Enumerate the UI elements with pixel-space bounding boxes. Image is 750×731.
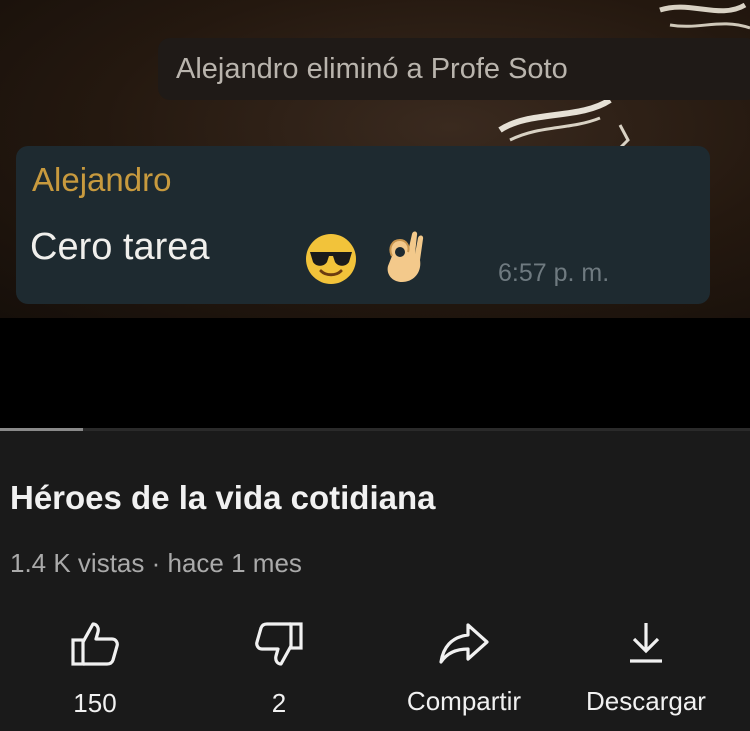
video-title[interactable]: Héroes de la vida cotidiana	[10, 477, 436, 519]
like-button[interactable]: 150	[50, 621, 140, 719]
ok-hand-icon	[387, 231, 424, 282]
video-info-panel: Héroes de la vida cotidiana 1.4 K vistas…	[0, 431, 750, 731]
share-arrow-icon	[439, 623, 489, 664]
share-button[interactable]: Compartir	[384, 621, 544, 717]
message-time: 6:57 p. m.	[498, 259, 610, 287]
thumbs-up-icon	[71, 622, 119, 666]
dislike-count: 2	[271, 688, 287, 718]
download-button[interactable]: Descargar	[566, 621, 726, 717]
video-meta[interactable]: 1.4 K vistas · hace 1 mes	[10, 547, 302, 579]
message-text: Cero tarea	[30, 226, 210, 268]
system-message: Alejandro eliminó a Profe Soto	[158, 38, 750, 100]
chat-screenshot: Alejandro eliminó a Profe Soto Alejandro…	[0, 0, 750, 318]
download-icon	[630, 623, 662, 663]
message-bubble[interactable]: Alejandro Cero tarea 6:57 p. m.	[16, 146, 710, 304]
share-label: Compartir	[406, 686, 522, 716]
system-message-text: Alejandro eliminó a Profe Soto	[176, 53, 568, 85]
video-player[interactable]	[0, 318, 750, 428]
message-sender[interactable]: Alejandro	[32, 160, 171, 200]
download-label: Descargar	[586, 686, 706, 716]
sunglasses-face-icon	[306, 234, 356, 284]
thumbs-down-icon	[255, 622, 303, 666]
dislike-button[interactable]: 2	[234, 621, 324, 719]
like-count: 150	[73, 688, 117, 718]
